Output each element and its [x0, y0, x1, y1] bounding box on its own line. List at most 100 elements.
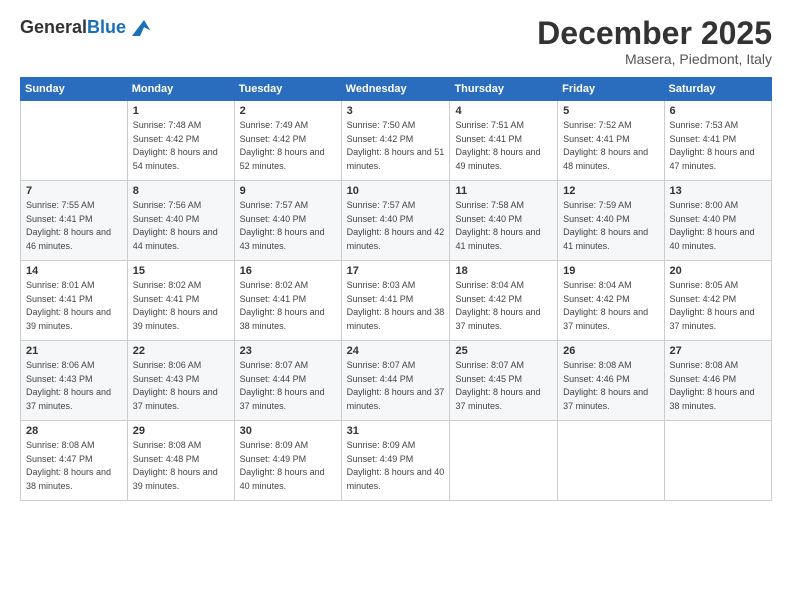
- sunset-text: Sunset: 4:46 PM: [563, 373, 658, 387]
- day-number: 19: [563, 265, 658, 277]
- month-title: December 2025: [537, 16, 772, 51]
- sunrise-text: Sunrise: 7:58 AM: [455, 199, 552, 213]
- day-number: 6: [670, 105, 766, 117]
- sunrise-text: Sunrise: 8:07 AM: [455, 359, 552, 373]
- day-info: Sunrise: 7:52 AMSunset: 4:41 PMDaylight:…: [563, 119, 658, 173]
- day-info: Sunrise: 8:02 AMSunset: 4:41 PMDaylight:…: [240, 279, 336, 333]
- sunset-text: Sunset: 4:41 PM: [455, 133, 552, 147]
- sunset-text: Sunset: 4:41 PM: [133, 293, 229, 307]
- day-number: 16: [240, 265, 336, 277]
- day-number: 31: [347, 425, 445, 437]
- day-number: 4: [455, 105, 552, 117]
- location: Masera, Piedmont, Italy: [537, 51, 772, 67]
- sunrise-text: Sunrise: 7:51 AM: [455, 119, 552, 133]
- sunset-text: Sunset: 4:42 PM: [563, 293, 658, 307]
- calendar-cell: 13Sunrise: 8:00 AMSunset: 4:40 PMDayligh…: [664, 181, 771, 261]
- calendar-cell: [558, 421, 664, 501]
- day-number: 12: [563, 185, 658, 197]
- calendar-cell: 5Sunrise: 7:52 AMSunset: 4:41 PMDaylight…: [558, 101, 664, 181]
- calendar-cell: [664, 421, 771, 501]
- day-info: Sunrise: 8:06 AMSunset: 4:43 PMDaylight:…: [26, 359, 122, 413]
- sunrise-text: Sunrise: 8:03 AM: [347, 279, 445, 293]
- day-number: 7: [26, 185, 122, 197]
- sunrise-text: Sunrise: 8:09 AM: [240, 439, 336, 453]
- calendar-cell: 31 Sunrise: 8:09 AMSunset: 4:49 PMDayligh…: [341, 421, 450, 501]
- day-info: Sunrise: 7:49 AMSunset: 4:42 PMDaylight:…: [240, 119, 336, 173]
- day-number: 13: [670, 185, 766, 197]
- daylight-text: Daylight: 8 hours and 48 minutes.: [563, 146, 658, 173]
- daylight-text: Daylight: 8 hours and 37 minutes.: [347, 386, 445, 413]
- day-number: 14: [26, 265, 122, 277]
- sunset-text: Sunset: 4:41 PM: [347, 293, 445, 307]
- daylight-text: Daylight: 8 hours and 41 minutes.: [563, 226, 658, 253]
- day-number: 24: [347, 345, 445, 357]
- day-info: Sunrise: 8:04 AMSunset: 4:42 PMDaylight:…: [455, 279, 552, 333]
- calendar-cell: 1Sunrise: 7:48 AMSunset: 4:42 PMDaylight…: [127, 101, 234, 181]
- day-number: 9: [240, 185, 336, 197]
- sunrise-text: Sunrise: 8:04 AM: [563, 279, 658, 293]
- day-info: Sunrise: 8:09 AMSunset: 4:49 PMDaylight:…: [347, 439, 445, 493]
- sunset-text: Sunset: 4:40 PM: [455, 213, 552, 227]
- daylight-text: Daylight: 8 hours and 40 minutes.: [670, 226, 766, 253]
- sunrise-text: Sunrise: 7:52 AM: [563, 119, 658, 133]
- day-info: Sunrise: 7:57 AMSunset: 4:40 PMDaylight:…: [240, 199, 336, 253]
- sunset-text: Sunset: 4:43 PM: [133, 373, 229, 387]
- daylight-text: Daylight: 8 hours and 38 minutes.: [240, 306, 336, 333]
- daylight-text: Daylight: 8 hours and 37 minutes.: [563, 386, 658, 413]
- calendar-week-5: 28 Sunrise: 8:08 AMSunset: 4:47 PMDayligh…: [21, 421, 772, 501]
- daylight-text: Daylight: 8 hours and 37 minutes.: [670, 306, 766, 333]
- calendar-header-row: Sunday Monday Tuesday Wednesday Thursday…: [21, 78, 772, 101]
- day-info: Sunrise: 7:55 AMSunset: 4:41 PMDaylight:…: [26, 199, 122, 253]
- sunset-text: Sunset: 4:40 PM: [563, 213, 658, 227]
- day-info: Sunrise: 7:51 AMSunset: 4:41 PMDaylight:…: [455, 119, 552, 173]
- sunrise-text: Sunrise: 7:59 AM: [563, 199, 658, 213]
- day-number: 15: [133, 265, 229, 277]
- sunrise-text: Sunrise: 8:02 AM: [133, 279, 229, 293]
- sunset-text: Sunset: 4:40 PM: [347, 213, 445, 227]
- calendar-cell: 9 Sunrise: 7:57 AMSunset: 4:40 PMDaylight…: [234, 181, 341, 261]
- header-tuesday: Tuesday: [234, 78, 341, 101]
- calendar-cell: 20Sunrise: 8:05 AMSunset: 4:42 PMDayligh…: [664, 261, 771, 341]
- daylight-text: Daylight: 8 hours and 49 minutes.: [455, 146, 552, 173]
- logo: GeneralBlue: [20, 16, 152, 40]
- sunrise-text: Sunrise: 7:57 AM: [347, 199, 445, 213]
- daylight-text: Daylight: 8 hours and 38 minutes.: [347, 306, 445, 333]
- daylight-text: Daylight: 8 hours and 38 minutes.: [670, 386, 766, 413]
- calendar-cell: [21, 101, 128, 181]
- sunrise-text: Sunrise: 8:01 AM: [26, 279, 122, 293]
- sunrise-text: Sunrise: 8:06 AM: [26, 359, 122, 373]
- sunset-text: Sunset: 4:48 PM: [133, 453, 229, 467]
- sunset-text: Sunset: 4:42 PM: [347, 133, 445, 147]
- sunset-text: Sunset: 4:42 PM: [455, 293, 552, 307]
- sunset-text: Sunset: 4:41 PM: [670, 133, 766, 147]
- day-number: 3: [347, 105, 445, 117]
- calendar-cell: 10Sunrise: 7:57 AMSunset: 4:40 PMDayligh…: [341, 181, 450, 261]
- daylight-text: Daylight: 8 hours and 42 minutes.: [347, 226, 445, 253]
- day-info: Sunrise: 8:07 AMSunset: 4:44 PMDaylight:…: [347, 359, 445, 413]
- header-friday: Friday: [558, 78, 664, 101]
- day-number: 18: [455, 265, 552, 277]
- daylight-text: Daylight: 8 hours and 47 minutes.: [670, 146, 766, 173]
- sunrise-text: Sunrise: 8:06 AM: [133, 359, 229, 373]
- sunrise-text: Sunrise: 8:00 AM: [670, 199, 766, 213]
- sunset-text: Sunset: 4:46 PM: [670, 373, 766, 387]
- day-info: Sunrise: 8:08 AMSunset: 4:46 PMDaylight:…: [670, 359, 766, 413]
- day-number: 17: [347, 265, 445, 277]
- sunrise-text: Sunrise: 7:57 AM: [240, 199, 336, 213]
- logo-blue-text: Blue: [87, 17, 126, 37]
- calendar-cell: 21 Sunrise: 8:06 AMSunset: 4:43 PMDayligh…: [21, 341, 128, 421]
- day-info: Sunrise: 7:57 AMSunset: 4:40 PMDaylight:…: [347, 199, 445, 253]
- sunset-text: Sunset: 4:49 PM: [240, 453, 336, 467]
- day-info: Sunrise: 8:08 AMSunset: 4:47 PMDaylight:…: [26, 439, 122, 493]
- sunrise-text: Sunrise: 8:02 AM: [240, 279, 336, 293]
- calendar-cell: 19Sunrise: 8:04 AMSunset: 4:42 PMDayligh…: [558, 261, 664, 341]
- sunset-text: Sunset: 4:42 PM: [133, 133, 229, 147]
- day-number: 26: [563, 345, 658, 357]
- calendar-cell: 6Sunrise: 7:53 AMSunset: 4:41 PMDaylight…: [664, 101, 771, 181]
- sunrise-text: Sunrise: 8:08 AM: [563, 359, 658, 373]
- day-number: 21: [26, 345, 122, 357]
- calendar-cell: 11Sunrise: 7:58 AMSunset: 4:40 PMDayligh…: [450, 181, 558, 261]
- calendar-week-3: 14Sunrise: 8:01 AMSunset: 4:41 PMDayligh…: [21, 261, 772, 341]
- calendar-cell: [450, 421, 558, 501]
- day-number: 28: [26, 425, 122, 437]
